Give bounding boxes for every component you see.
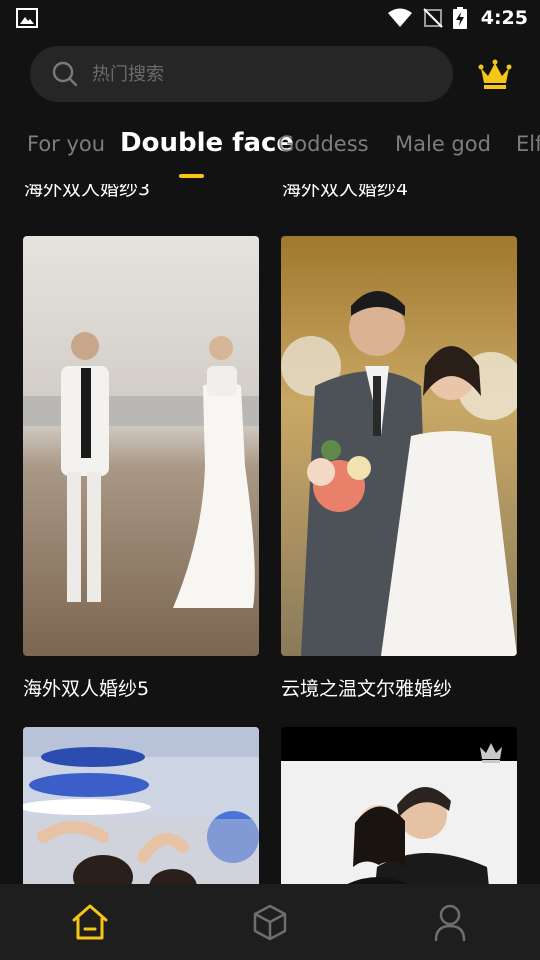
template-card[interactable] <box>281 727 517 884</box>
category-tabs: For you Double face Goddess Male god Elf <box>0 122 540 182</box>
wifi-icon <box>387 8 412 27</box>
home-icon[interactable] <box>70 902 110 942</box>
crown-icon[interactable] <box>478 58 512 90</box>
tab-elf[interactable]: Elf <box>516 132 540 156</box>
search-icon <box>52 61 78 87</box>
template-card[interactable]: 云境之温文尔雅婚纱 <box>281 236 517 701</box>
tab-for-you[interactable]: For you <box>27 132 105 156</box>
crown-icon <box>480 743 502 763</box>
tab-goddess[interactable]: Goddess <box>278 132 369 156</box>
card-title: 海外双人婚纱3 <box>24 184 151 200</box>
gallery-icon <box>16 8 38 28</box>
couple-posing-with-lights-photo <box>23 727 259 884</box>
tab-male-god[interactable]: Male god <box>395 132 491 156</box>
bottom-navigation <box>0 884 540 960</box>
cube-icon[interactable] <box>250 902 290 942</box>
no-signal-icon <box>423 8 443 28</box>
card-title: 云境之温文尔雅婚纱 <box>281 678 453 700</box>
status-bar: 4:25 <box>0 0 540 36</box>
couple-walking-on-beach-photo <box>23 236 259 656</box>
status-time: 4:25 <box>480 7 528 29</box>
card-title: 海外双人婚纱5 <box>23 678 150 700</box>
tab-double-face[interactable]: Double face <box>120 128 294 158</box>
search-input[interactable] <box>90 62 414 86</box>
template-card[interactable] <box>23 727 259 884</box>
card-title: 海外双人婚纱4 <box>282 184 409 200</box>
couple-in-suit-and-gown-with-bouquet-photo <box>281 236 517 656</box>
battery-charging-icon <box>452 7 467 29</box>
template-card[interactable]: 海外双人婚纱5 <box>23 236 259 701</box>
user-icon[interactable] <box>430 902 470 942</box>
search-bar[interactable] <box>30 46 453 102</box>
active-tab-indicator <box>179 174 204 178</box>
template-grid: 海外双人婚纱3 海外双人婚纱4 海外双人婚纱5 云境之温文尔雅婚纱 <box>0 184 540 884</box>
